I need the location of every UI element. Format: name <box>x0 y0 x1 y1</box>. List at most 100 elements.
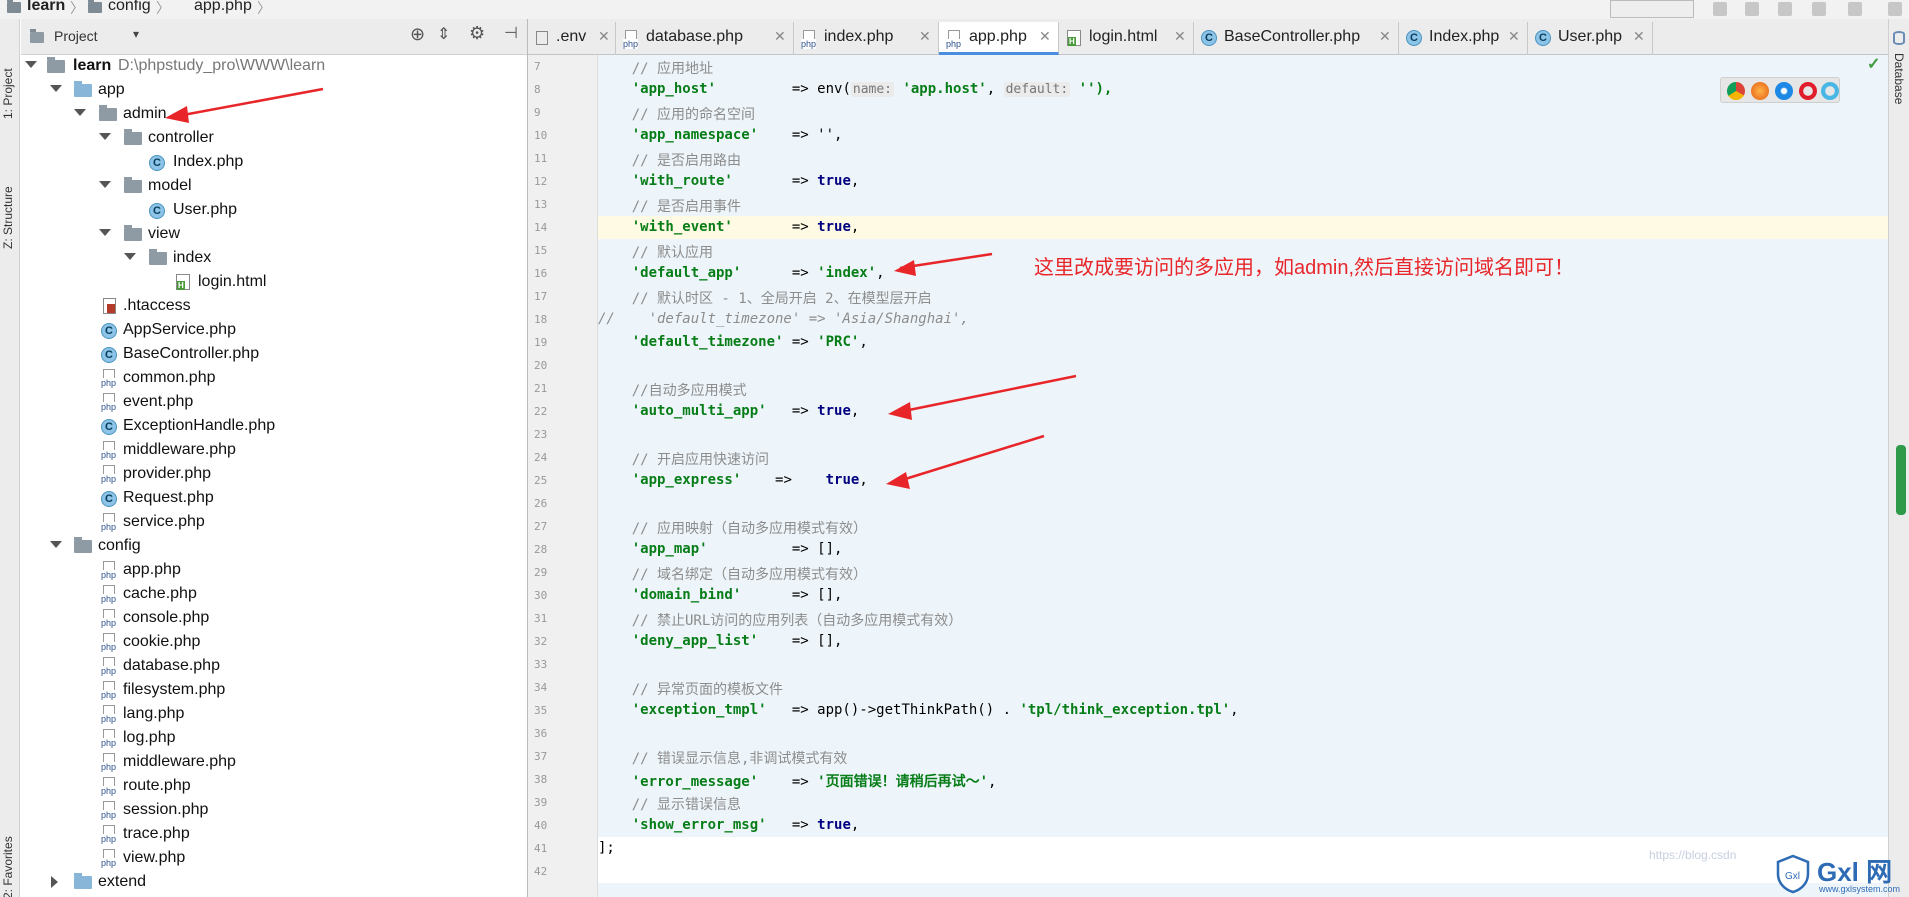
breadcrumb-item-config[interactable]: config <box>108 0 151 15</box>
tree-item-file[interactable]: .htaccess <box>21 295 527 319</box>
tree-item-file[interactable]: php view.php <box>21 847 527 871</box>
close-icon[interactable]: ✕ <box>1039 28 1051 45</box>
run-icon[interactable] <box>1713 2 1727 16</box>
collapse-all-icon[interactable]: ⇕ <box>437 24 450 44</box>
tree-item-file[interactable]: php trace.php <box>21 823 527 847</box>
chrome-icon[interactable] <box>1727 82 1745 100</box>
tree-label: app <box>98 81 125 98</box>
tree-item-file[interactable]: php database.php <box>21 655 527 679</box>
expand-icon[interactable] <box>74 109 86 116</box>
close-icon[interactable]: ✕ <box>919 28 931 45</box>
tree-label: service.php <box>123 513 205 530</box>
tab-label: .env <box>556 28 587 45</box>
tab-env[interactable]: .env ✕ <box>528 22 616 55</box>
target-icon[interactable]: ⊕ <box>410 24 425 45</box>
php-file-icon: php <box>101 513 119 533</box>
expand-icon[interactable] <box>25 61 37 68</box>
tree-item-file[interactable]: php lang.php <box>21 703 527 727</box>
tree-item-login-html[interactable]: login.html <box>21 271 527 295</box>
structure-tool-tab[interactable]: Z: Structure <box>1 186 15 249</box>
line-number: 26 <box>534 497 548 510</box>
build-icon[interactable] <box>1812 2 1826 16</box>
tree-item-file[interactable]: C ExceptionHandle.php <box>21 415 527 439</box>
tree-item-user-php[interactable]: C User.php <box>21 199 527 223</box>
coverage-icon[interactable] <box>1778 2 1792 16</box>
tab-user-php[interactable]: C User.php ✕ <box>1528 22 1653 55</box>
tree-item-controller[interactable]: controller <box>21 127 527 151</box>
debug-icon[interactable] <box>1745 2 1759 16</box>
gear-icon[interactable]: ⚙ <box>469 23 485 44</box>
expand-icon[interactable] <box>99 181 111 188</box>
search-icon[interactable] <box>1888 2 1902 16</box>
scrollbar-thumb[interactable] <box>1896 445 1906 515</box>
close-icon[interactable]: ✕ <box>1508 28 1520 45</box>
tree-item-file[interactable]: php session.php <box>21 799 527 823</box>
breadcrumb-item-file[interactable]: app.php <box>194 0 252 15</box>
php-file-icon: php <box>101 585 119 605</box>
tree-item-file[interactable]: php console.php <box>21 607 527 631</box>
close-icon[interactable]: ✕ <box>1379 28 1391 45</box>
tree-item-view[interactable]: view <box>21 223 527 247</box>
stop-icon[interactable] <box>1848 2 1862 16</box>
chevron-down-icon[interactable]: ▾ <box>133 27 139 41</box>
tree-item-file[interactable]: php provider.php <box>21 463 527 487</box>
tab-basecontroller-php[interactable]: C BaseController.php ✕ <box>1194 22 1399 55</box>
tab-label: Index.php <box>1429 28 1500 45</box>
expand-icon[interactable] <box>99 229 111 236</box>
tree-item-file[interactable]: C Request.php <box>21 487 527 511</box>
code-line: // 'default_timezone' => 'Asia/Shanghai'… <box>598 311 969 327</box>
expand-icon[interactable] <box>50 85 62 92</box>
project-tool-tab[interactable]: 1: Project <box>1 68 15 119</box>
tab-app-php[interactable]: php app.php ✕ <box>939 22 1059 55</box>
tree-item-file[interactable]: php event.php <box>21 391 527 415</box>
tree-item-learn[interactable]: learn D:\phpstudy_pro\WWW\learn <box>21 55 527 79</box>
expand-icon[interactable] <box>99 133 111 140</box>
php-file-icon: php <box>101 561 119 581</box>
run-config-select[interactable] <box>1610 0 1694 18</box>
tree-item-file[interactable]: C AppService.php <box>21 319 527 343</box>
tree-item-file[interactable]: php app.php <box>21 559 527 583</box>
tree-item-file[interactable]: php middleware.php <box>21 751 527 775</box>
tree-item-view-index[interactable]: index <box>21 247 527 271</box>
tab-class-index-php[interactable]: C Index.php ✕ <box>1399 22 1528 55</box>
tab-index-php[interactable]: php index.php ✕ <box>794 22 939 55</box>
expand-icon[interactable] <box>50 541 62 548</box>
hide-panel-icon[interactable]: ⊣ <box>504 23 518 43</box>
tree-item-file[interactable]: php filesystem.php <box>21 679 527 703</box>
tree-item-extend[interactable]: extend <box>21 871 527 895</box>
close-icon[interactable]: ✕ <box>598 28 610 45</box>
close-icon[interactable]: ✕ <box>1174 28 1186 45</box>
project-view-icon <box>30 29 44 43</box>
tree-label: cookie.php <box>123 633 201 650</box>
close-icon[interactable]: ✕ <box>774 28 786 45</box>
expand-icon[interactable] <box>51 876 58 888</box>
tree-item-config[interactable]: config <box>21 535 527 559</box>
tab-database-php[interactable]: php database.php ✕ <box>616 22 794 55</box>
tree-item-file[interactable]: php middleware.php <box>21 439 527 463</box>
firefox-icon[interactable] <box>1751 82 1769 100</box>
safari-icon[interactable] <box>1775 82 1793 100</box>
opera-icon[interactable] <box>1799 82 1817 100</box>
tree-item-file[interactable]: php common.php <box>21 367 527 391</box>
tree-item-index-php[interactable]: C Index.php <box>21 151 527 175</box>
expand-icon[interactable] <box>124 253 136 260</box>
project-view-select[interactable]: Project <box>54 28 98 44</box>
tree-item-file[interactable]: php log.php <box>21 727 527 751</box>
tree-item-file[interactable]: php service.php <box>21 511 527 535</box>
database-tool-tab[interactable]: Database <box>1892 53 1906 104</box>
tree-item-file[interactable]: php cache.php <box>21 583 527 607</box>
line-number: 31 <box>534 612 548 625</box>
tree-item-file[interactable]: php route.php <box>21 775 527 799</box>
ie-icon[interactable] <box>1821 82 1839 100</box>
tree-item-file[interactable]: C BaseController.php <box>21 343 527 367</box>
class-icon: C <box>1535 30 1551 46</box>
close-icon[interactable]: ✕ <box>1633 28 1645 45</box>
breadcrumb-item-learn[interactable]: learn <box>27 0 65 15</box>
tab-login-html[interactable]: login.html ✕ <box>1059 22 1194 55</box>
code-line: // 默认时区 - 1、全局开启 2、在模型层开启 <box>598 291 932 307</box>
code-editor[interactable]: // 应用地址 'app_host' => env(name: 'app.hos… <box>598 55 1888 897</box>
tree-item-file[interactable]: php cookie.php <box>21 631 527 655</box>
favorites-tool-tab[interactable]: 2: Favorites <box>1 836 15 897</box>
html-file-icon <box>1067 30 1081 46</box>
tree-item-model[interactable]: model <box>21 175 527 199</box>
